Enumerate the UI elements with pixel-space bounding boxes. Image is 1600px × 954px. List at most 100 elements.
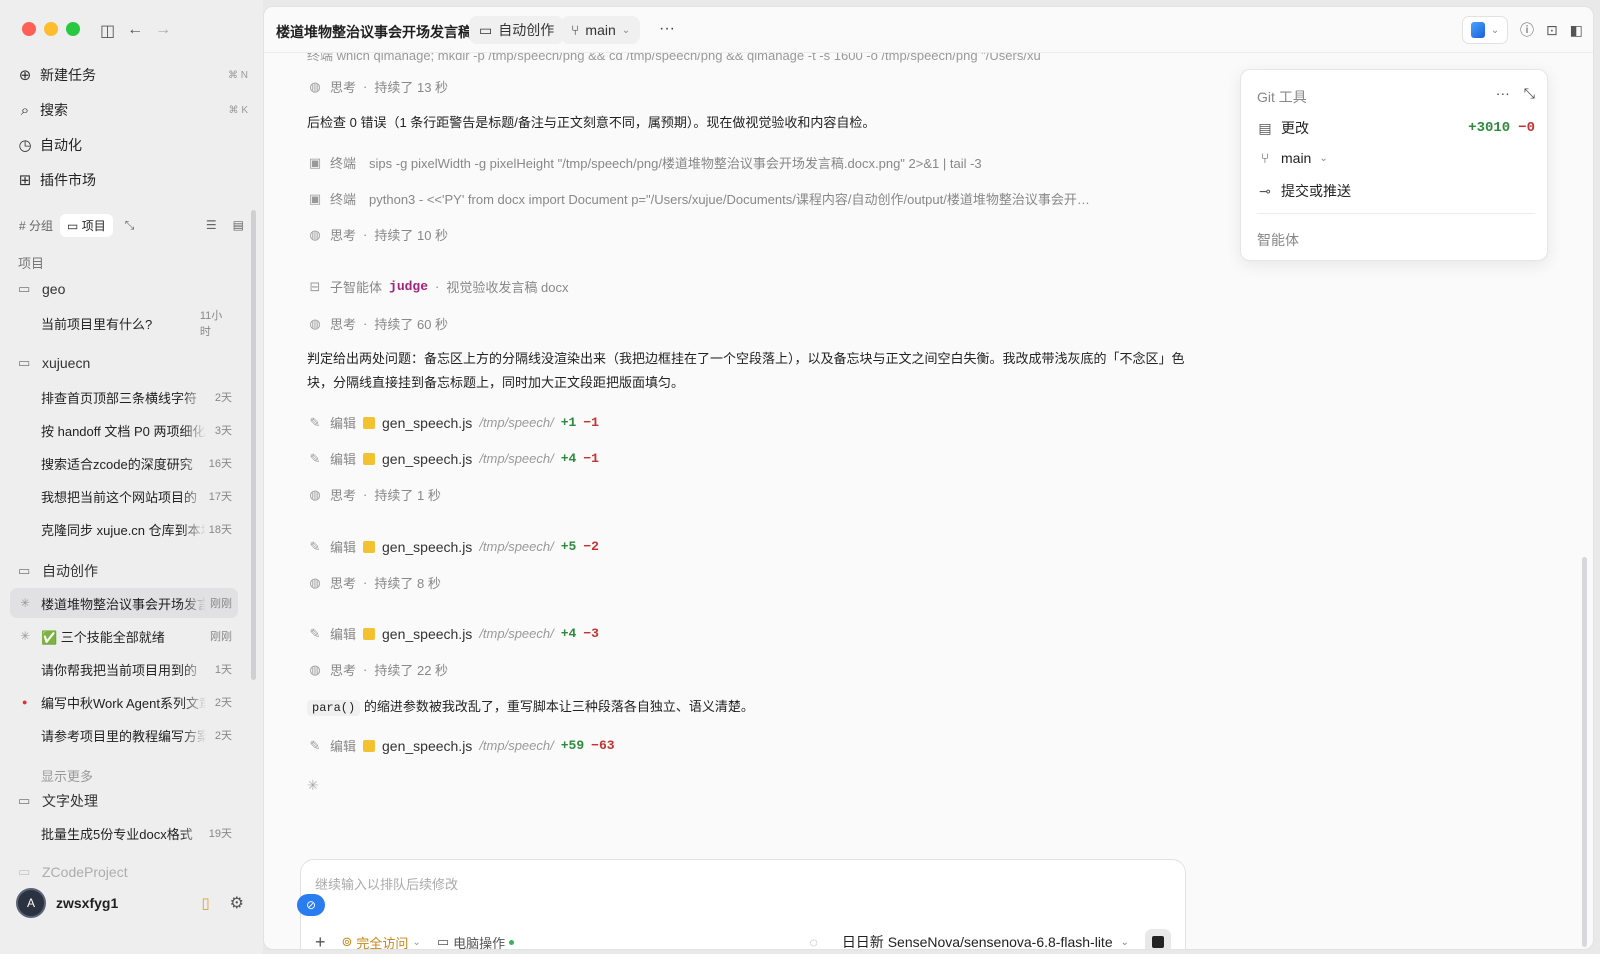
- think-row[interactable]: ◍ 思考 · 持续了 13 秒: [307, 77, 448, 96]
- back-arrow-icon[interactable]: ←: [127, 21, 143, 41]
- think-row[interactable]: ◍ 思考 · 持续了 10 秒: [307, 225, 448, 244]
- phone-icon[interactable]: ▯: [201, 894, 209, 912]
- brain-icon: ◍: [309, 486, 321, 502]
- list-item[interactable]: ✳ ✅ 三个技能全部就绪 刚刚: [10, 621, 238, 651]
- robot-icon: ⊟: [309, 278, 321, 294]
- project-geo[interactable]: ▭ geo: [18, 281, 65, 297]
- terminal-icon[interactable]: ⊡: [1546, 22, 1558, 39]
- git-changes-row[interactable]: ▤ 更改 +3010 −0: [1257, 118, 1535, 138]
- sidebar-toggle-icon[interactable]: ◫: [100, 21, 115, 41]
- composer[interactable]: 继续输入以排队后续修改 ⊘ + ⊚ 完全访问 ⌄ ▭ 电脑操作 ◌ 日日新 SenseN…: [297, 859, 1186, 950]
- status-dot: [509, 939, 515, 945]
- project-zcodeproject[interactable]: ▭ ZCodeProject: [18, 864, 128, 880]
- edit-row[interactable]: ✎ 编辑 gen_speech.js/tmp/speech/+4 −3: [307, 624, 599, 643]
- sidebar: ◫ ← → ⊕ 新建任务 ⌘ N ⌕ 搜索 ⌘ K ◷ 自动化 ⊞ 插件市场 # 分组 ▭ …: [0, 0, 263, 954]
- collapse-icon[interactable]: ⤡: [125, 218, 135, 233]
- forward-arrow-icon[interactable]: →: [155, 21, 171, 41]
- js-file-icon: [363, 627, 376, 640]
- list-item[interactable]: 请参考项目里的教程编写方案 2天: [10, 720, 238, 750]
- list-item[interactable]: 我想把当前这个网站项目的 17天: [10, 481, 238, 511]
- list-item[interactable]: 排查首页顶部三条横线字符 2天: [10, 382, 238, 412]
- think-row[interactable]: ◍ 思考 · 持续了 22 秒: [307, 660, 448, 679]
- stop-button[interactable]: [1145, 929, 1171, 949]
- project-xujuecn[interactable]: ▭ xujuecn: [18, 355, 90, 371]
- nav-new-task[interactable]: ⊕ 新建任务 ⌘ N: [16, 61, 248, 89]
- folder-icon: ▭: [18, 281, 31, 296]
- chevron-down-icon: ⌄: [1319, 152, 1328, 164]
- git-tools-panel: Git 工具 ··· ⤡ ▤ 更改 +3010 −0 ⑂ main ⌄ ⊸ 提交或推送 智能体: [1240, 69, 1548, 261]
- nav-automation[interactable]: ◷ 自动化: [16, 131, 248, 159]
- edit-row[interactable]: ✎ 编辑 gen_speech.js/tmp/speech/+1 −1: [307, 413, 599, 432]
- panel-toggle-icon[interactable]: ◧: [1570, 22, 1583, 39]
- git-panel-title: Git 工具: [1257, 89, 1307, 105]
- tab-group[interactable]: # 分组: [12, 214, 60, 237]
- list-item[interactable]: 当前项目里有什么? 11小时: [10, 308, 238, 338]
- think-row[interactable]: ◍ 思考 · 持续了 8 秒: [307, 573, 441, 592]
- sidebar-scrollbar[interactable]: [251, 210, 256, 680]
- folder-icon: ▭: [18, 563, 31, 578]
- branch-chip[interactable]: ⑂ main ⌄: [561, 16, 641, 44]
- folder-icon: ▭: [18, 355, 31, 370]
- pencil-icon: ✎: [309, 538, 321, 554]
- gear-icon[interactable]: ⚙: [230, 893, 244, 913]
- edit-row[interactable]: ✎ 编辑 gen_speech.js/tmp/speech/+5 −2: [307, 537, 599, 556]
- list-item[interactable]: 批量生成5份专业docx格式 19天: [10, 818, 238, 848]
- list-item[interactable]: 请你帮我把当前项目用到的 1天: [10, 654, 238, 684]
- list-item-active[interactable]: ✳ 楼道堆物整治议事会开场发言稿 刚刚: [10, 588, 238, 618]
- loading-spinner-icon: ✳: [20, 596, 31, 610]
- archive-icon[interactable]: ▤: [233, 218, 244, 232]
- show-more-link[interactable]: 显示更多: [41, 766, 93, 785]
- terminal-icon: ▣: [308, 190, 322, 206]
- folder-icon: ▭: [18, 864, 31, 879]
- loading-spinner-icon: ✳: [20, 629, 31, 643]
- more-icon[interactable]: ···: [1496, 85, 1510, 102]
- project-text-processing[interactable]: ▭ 文字处理: [18, 791, 98, 811]
- pencil-icon: ✎: [309, 414, 321, 430]
- js-file-icon: [363, 739, 376, 752]
- folder-chip[interactable]: ▭ 自动创作: [469, 16, 565, 44]
- think-row[interactable]: ◍ 思考 · 持续了 1 秒: [307, 485, 441, 504]
- search-icon: ⌕: [20, 101, 30, 119]
- think-row[interactable]: ◍ 思考 · 持续了 60 秒: [307, 314, 448, 333]
- terminal-row[interactable]: ▣ 终端 python3 - <<'PY' from docx import Doc…: [307, 189, 1090, 208]
- minimize-window-button[interactable]: [44, 22, 58, 36]
- project-auto-create[interactable]: ▭ 自动创作: [18, 561, 98, 581]
- close-window-button[interactable]: [22, 22, 36, 36]
- nav-search[interactable]: ⌕ 搜索 ⌘ K: [16, 96, 248, 124]
- edit-row[interactable]: ✎ 编辑 gen_speech.js/tmp/speech/+59 −63: [307, 736, 615, 755]
- tab-project[interactable]: ▭ 项目: [60, 213, 113, 237]
- shield-icon: ⊚: [341, 934, 353, 949]
- message-paragraph: 后检查 0 错误（1 条行距警告是标题/备注与正文刻意不同，属预期）。现在做视觉…: [307, 115, 876, 130]
- main-scrollbar[interactable]: [1582, 557, 1587, 947]
- list-item[interactable]: ● 编写中秋Work Agent系列文章 2天: [10, 687, 238, 717]
- brain-icon: ◍: [309, 226, 321, 242]
- avatar[interactable]: A: [16, 888, 46, 918]
- subagent-row[interactable]: ⊟ 子智能体 judge · 视觉验收发言稿 docx: [307, 277, 569, 296]
- terminal-row[interactable]: ▣ 终端 sips -g pixelWidth -g pixelHeight "/t…: [307, 153, 982, 172]
- git-branch-row[interactable]: ⑂ main ⌄: [1257, 150, 1535, 166]
- brain-icon: ◍: [309, 78, 321, 94]
- list-item[interactable]: 克隆同步 xujue.cn 仓库到本地 18天: [10, 514, 238, 544]
- access-mode-dropdown[interactable]: ⊚ 完全访问 ⌄: [341, 933, 421, 949]
- git-commit-row[interactable]: ⊸ 提交或推送: [1257, 181, 1535, 201]
- edit-row[interactable]: ✎ 编辑 gen_speech.js/tmp/speech/+4 −1: [307, 449, 599, 468]
- message-paragraph: 判定给出两处问题：备忘区上方的分隔线没渲染出来（我把边框挂在了一个空段落上），以…: [307, 351, 1185, 390]
- more-icon[interactable]: ···: [659, 20, 675, 38]
- js-file-icon: [363, 452, 376, 465]
- help-icon[interactable]: ⓘ: [1520, 20, 1534, 40]
- brain-icon: ◍: [309, 661, 321, 677]
- zoom-window-button[interactable]: [66, 22, 80, 36]
- app-switcher[interactable]: ⌄: [1462, 16, 1509, 44]
- add-attachment-button[interactable]: +: [315, 932, 326, 950]
- composer-input[interactable]: 继续输入以排队后续修改: [315, 874, 458, 893]
- model-selector[interactable]: ◌ 日日新 SenseNova/sensenova-6.8-flash-lite ⌄: [809, 932, 1129, 949]
- list-item[interactable]: 按 handoff 文档 P0 两项细化 3天: [10, 415, 238, 445]
- link-icon[interactable]: ⊘: [297, 894, 325, 916]
- filter-icon[interactable]: ☰: [206, 218, 217, 232]
- computer-use-toggle[interactable]: ▭ 电脑操作: [437, 933, 515, 949]
- chevron-down-icon: ⌄: [412, 936, 421, 948]
- collapse-icon[interactable]: ⤡: [1524, 85, 1535, 102]
- chevron-down-icon: ⌄: [1490, 24, 1500, 36]
- nav-plugin-market[interactable]: ⊞ 插件市场: [16, 166, 248, 194]
- list-item[interactable]: 搜索适合zcode的深度研究 16天: [10, 448, 238, 478]
